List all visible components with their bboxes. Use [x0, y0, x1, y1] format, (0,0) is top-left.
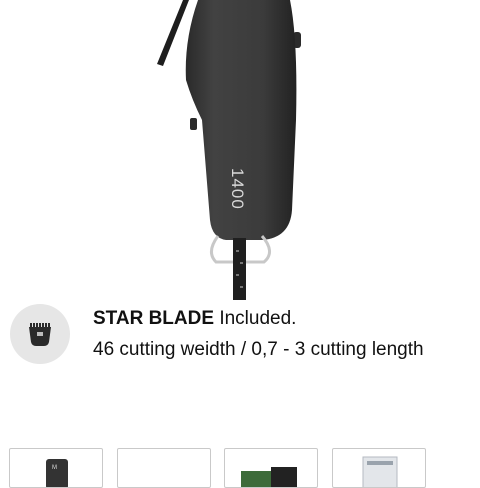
- thumbnail-3[interactable]: [224, 448, 318, 488]
- thumbnail-strip: M: [0, 448, 480, 488]
- thumbnail-2[interactable]: [117, 448, 211, 488]
- feature-title-bold: STAR BLADE: [93, 308, 215, 329]
- feature-title: STAR BLADE Included.: [93, 308, 296, 330]
- comb-thumbnail-icon: [362, 456, 398, 487]
- hair-clipper-image: 1400: [157, 0, 301, 300]
- power-cord-top: [157, 0, 189, 66]
- feature-title-rest: Included.: [214, 308, 297, 329]
- svg-text:M: M: [52, 465, 57, 471]
- model-label: 1400: [228, 168, 247, 210]
- power-cord-bottom: [233, 238, 246, 300]
- thumbnail-4[interactable]: [332, 448, 426, 488]
- box-thumbnail-icon: [241, 467, 297, 487]
- feature-description: 46 cutting weidth / 0,7 - 3 cutting leng…: [93, 339, 424, 360]
- clipper-thumbnail-icon: M: [46, 459, 68, 487]
- product-image: 1400: [0, 0, 480, 300]
- clipper-blade-icon: [10, 304, 70, 364]
- thumbnail-1[interactable]: M: [9, 448, 103, 488]
